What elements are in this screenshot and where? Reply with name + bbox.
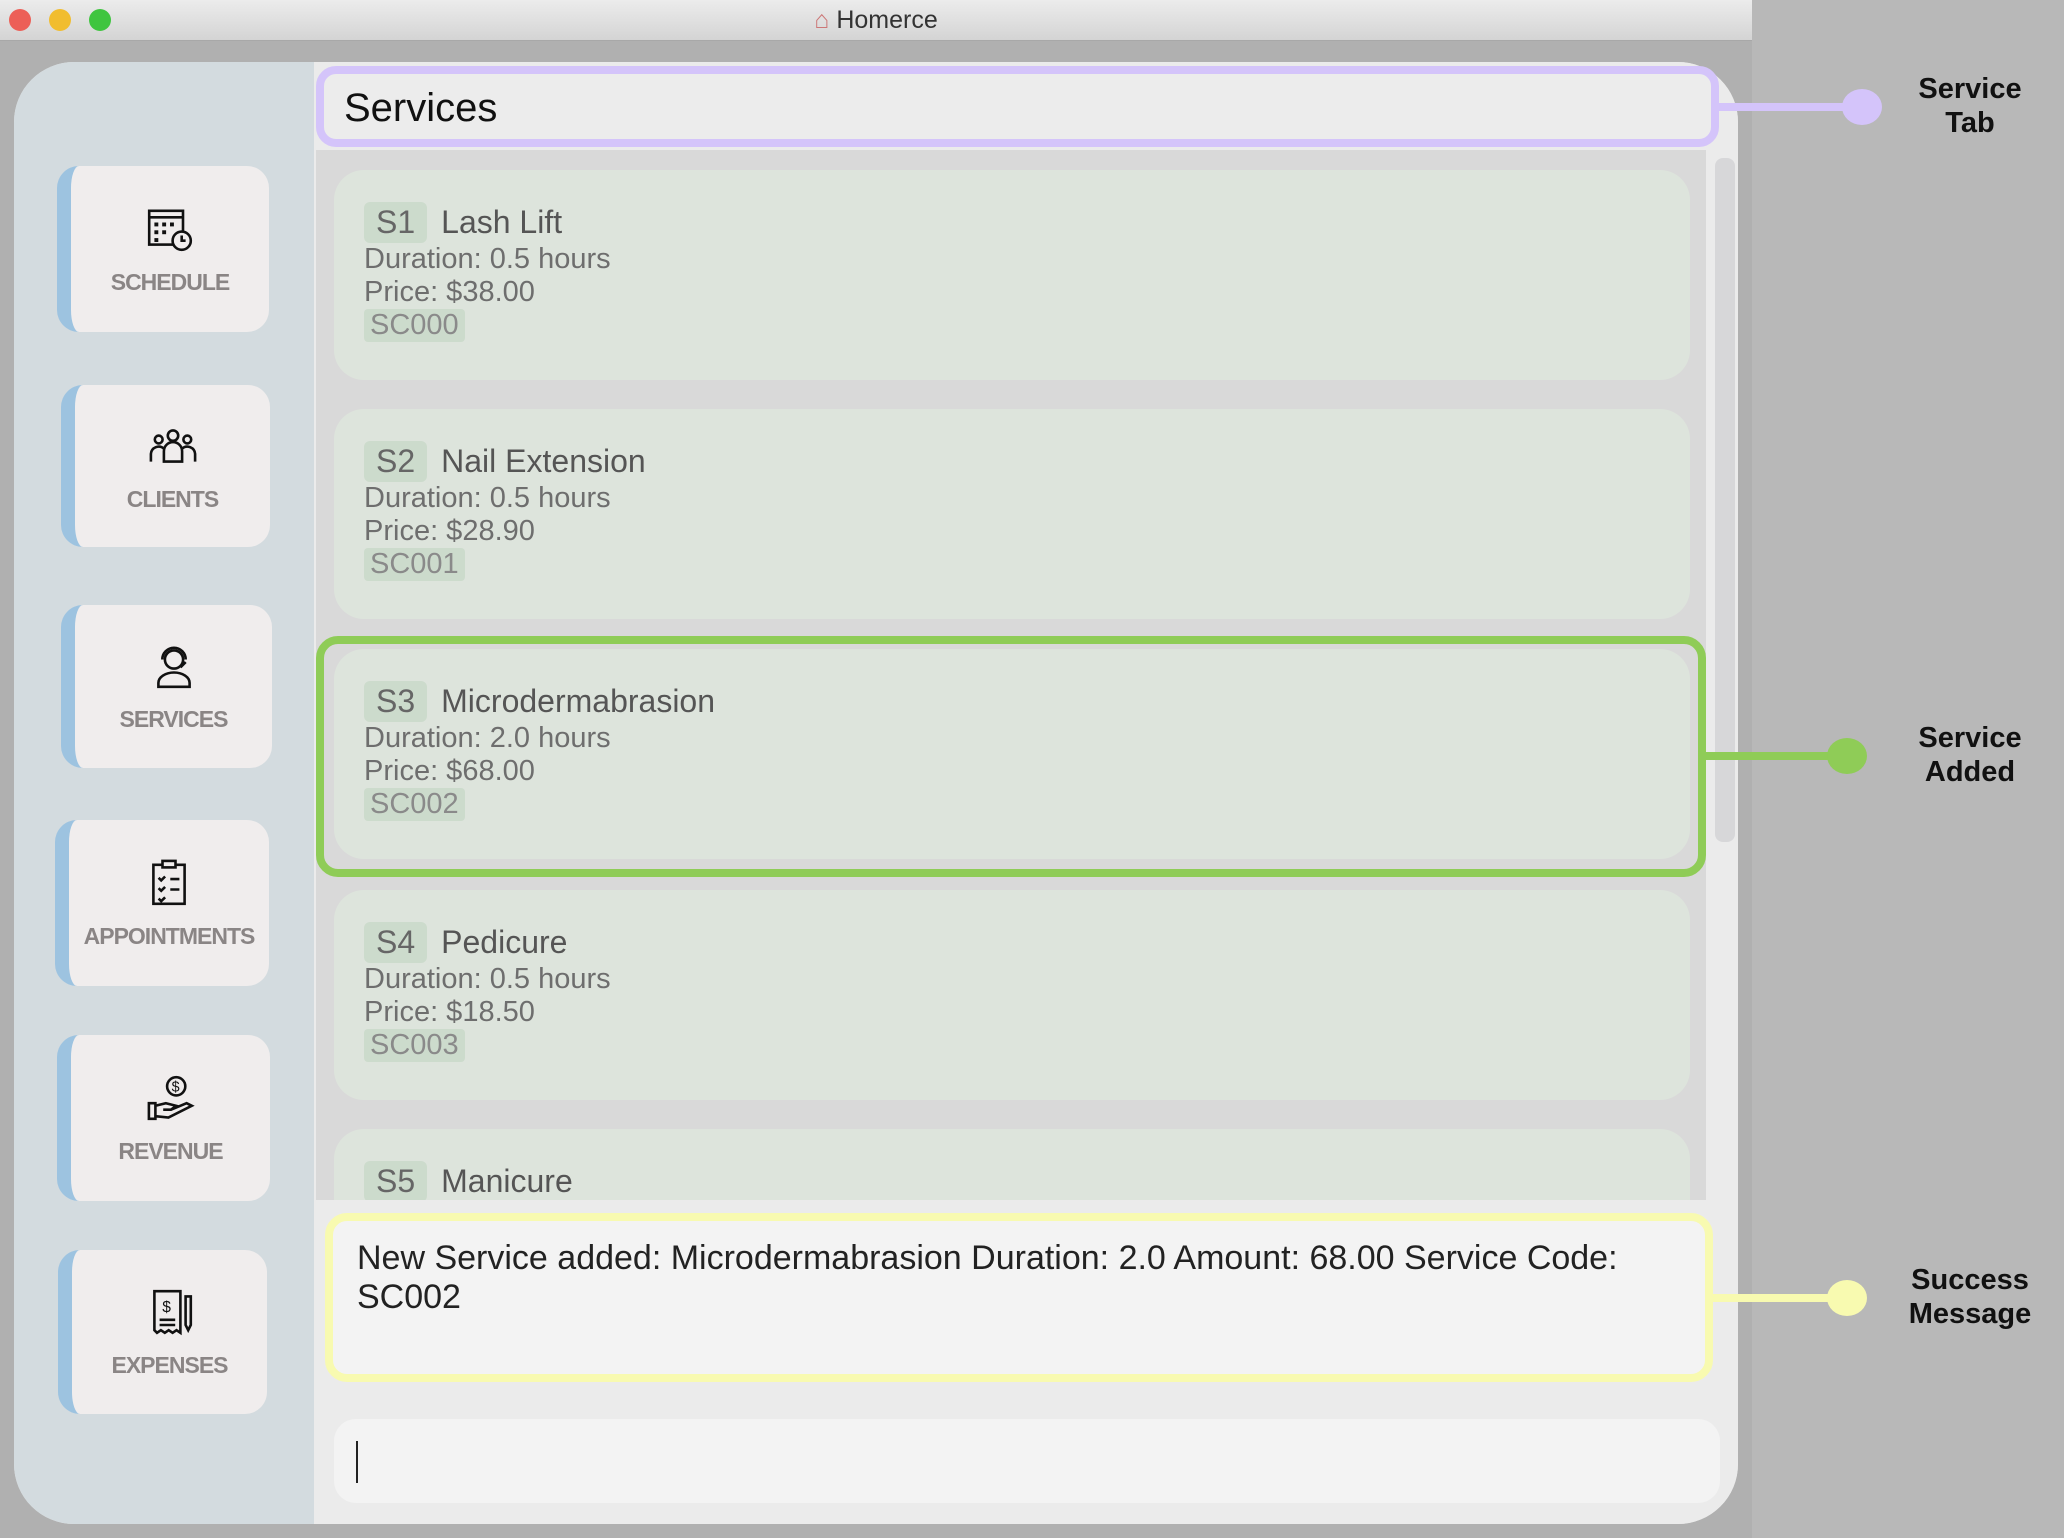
scrollbar[interactable] xyxy=(1715,158,1735,842)
service-duration: Duration: 0.5 hours xyxy=(364,963,611,995)
sidebar-item-label: CLIENTS xyxy=(126,485,219,512)
people-icon xyxy=(149,428,196,463)
sidebar-item-label: REVENUE xyxy=(118,1137,223,1164)
annotation-text: Success xyxy=(1911,1264,2029,1296)
annotation-success-message: Success Message xyxy=(1870,1263,2064,1331)
service-duration: Duration: 0.5 hours xyxy=(364,482,611,514)
annotation-text: Message xyxy=(1908,1298,2032,1330)
headset-person-icon xyxy=(156,646,191,689)
service-name: Nail Extension xyxy=(441,443,646,479)
service-added-highlight xyxy=(316,636,1706,877)
svg-text:$: $ xyxy=(162,1299,171,1316)
annotation-line-service-added xyxy=(1706,752,1836,760)
sidebar-item-label: EXPENSES xyxy=(111,1351,229,1378)
hand-dollar-icon: $ xyxy=(147,1075,195,1120)
service-name: Pedicure xyxy=(441,924,568,960)
service-index: S1 xyxy=(364,202,428,243)
clipboard-check-icon xyxy=(152,859,186,905)
service-index: S5 xyxy=(364,1161,428,1200)
title-bar: ⌂ Homerce xyxy=(0,0,1752,41)
svg-text:$: $ xyxy=(171,1079,179,1095)
service-index: S4 xyxy=(364,922,428,963)
service-code: SC001 xyxy=(364,548,465,581)
annotation-text: Tab xyxy=(1945,107,1995,139)
service-code: SC003 xyxy=(364,1029,465,1062)
service-price: Price: $28.90 xyxy=(364,515,535,547)
services-tab-header: Services xyxy=(316,66,1719,147)
service-price: Price: $38.00 xyxy=(364,276,535,308)
calendar-clock-icon xyxy=(147,209,193,251)
sidebar: SCHEDULE CLIENTS SERVICES APPOINTMENTS $… xyxy=(14,62,314,1524)
service-card[interactable]: S2 Nail Extension Duration: 0.5 hours Pri… xyxy=(334,409,1690,619)
service-card[interactable]: S1 Lash Lift Duration: 0.5 hours Price: $… xyxy=(334,170,1690,380)
command-input[interactable] xyxy=(334,1419,1720,1503)
service-card[interactable]: S5 Manicure xyxy=(334,1129,1690,1200)
annotation-dot-service-added xyxy=(1827,738,1867,774)
annotation-line-success-message xyxy=(1713,1294,1838,1302)
service-name: Lash Lift xyxy=(441,204,563,240)
window-title: ⌂ Homerce xyxy=(0,6,1752,35)
service-price: Price: $18.50 xyxy=(364,996,535,1028)
sidebar-item-expenses[interactable]: $ EXPENSES xyxy=(58,1250,267,1414)
service-index: S2 xyxy=(364,441,428,482)
window-title-text: Homerce xyxy=(836,6,938,34)
annotation-service-tab: Service Tab xyxy=(1870,72,2064,140)
sidebar-item-clients[interactable]: CLIENTS xyxy=(61,385,270,547)
service-duration: Duration: 0.5 hours xyxy=(364,243,611,275)
annotation-text: Service xyxy=(1918,722,2022,754)
service-code: SC000 xyxy=(364,309,465,342)
sidebar-item-services[interactable]: SERVICES xyxy=(61,605,272,768)
page-title: Services xyxy=(344,86,498,130)
service-card[interactable]: S4 Pedicure Duration: 0.5 hours Price: $1… xyxy=(334,890,1690,1100)
sidebar-item-label: SCHEDULE xyxy=(110,268,231,295)
annotation-text: Added xyxy=(1924,756,2016,788)
annotation-service-added: Service Added xyxy=(1870,721,2064,789)
receipt-dollar-icon: $ xyxy=(152,1289,192,1335)
sidebar-item-schedule[interactable]: SCHEDULE xyxy=(57,166,269,332)
annotation-dot-success-message xyxy=(1827,1280,1867,1316)
annotation-text: Service xyxy=(1918,73,2022,105)
app-house-icon: ⌂ xyxy=(814,6,837,34)
sidebar-item-revenue[interactable]: $ REVENUE xyxy=(57,1035,270,1201)
text-caret xyxy=(356,1441,358,1483)
sidebar-item-appointments[interactable]: APPOINTMENTS xyxy=(55,820,269,986)
annotation-line-service-tab xyxy=(1719,103,1859,111)
sidebar-item-label: APPOINTMENTS xyxy=(83,922,256,949)
result-display: New Service added: Microdermabrasion Dur… xyxy=(325,1213,1713,1382)
service-name: Manicure xyxy=(441,1163,573,1199)
sidebar-item-label: SERVICES xyxy=(119,706,229,732)
